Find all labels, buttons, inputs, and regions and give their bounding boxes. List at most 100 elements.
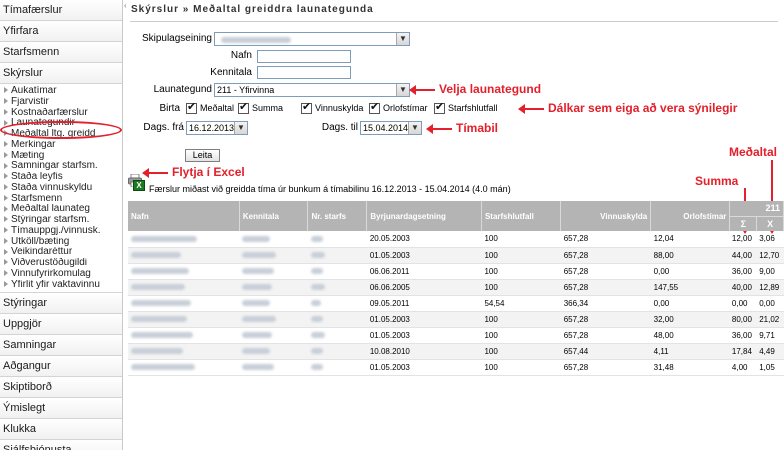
checkbox-label: Orlofstímar — [383, 103, 428, 113]
dags-til-select[interactable]: 15.04.2014 ▼ — [360, 121, 422, 135]
kennitala-input[interactable] — [257, 66, 351, 79]
sidebar-subitem[interactable]: Kostnaðarfærslur — [0, 108, 122, 119]
sidebar-item[interactable]: Stýringar — [0, 293, 122, 315]
sidebar-subitem[interactable]: Yfirlit yfir vaktavinnu — [0, 280, 122, 291]
col-byrjunardagsetning[interactable]: Byrjunardagsetning — [366, 201, 482, 231]
table-row[interactable]: 01.05.2003 100 657,28 32,00 80,00 21,02 — [128, 311, 784, 328]
sidebar-subitem[interactable]: Mæting — [0, 151, 122, 162]
nafn-input[interactable] — [257, 50, 351, 63]
cell-starfshlutfall: 100 — [481, 231, 561, 248]
cell-vinnuskylda: 657,28 — [560, 359, 651, 376]
sidebar-subitem[interactable]: Vinnufyrirkomulag — [0, 269, 122, 280]
sidebar-subitem[interactable]: Veikindaréttur — [0, 247, 122, 258]
col-nr-starfs[interactable]: Nr. starfs — [307, 201, 368, 231]
table-row[interactable]: 20.05.2003 100 657,28 12,04 12,00 3,06 — [128, 231, 784, 248]
col-vinnuskylda[interactable]: Vinnuskylda — [560, 201, 652, 231]
cell-kennitala — [239, 263, 308, 280]
col-kennitala[interactable]: Kennitala — [239, 201, 309, 231]
cell-starfshlutfall: 100 — [481, 279, 561, 296]
col-nafn[interactable]: Nafn — [128, 201, 240, 231]
cell-nr-starfs — [307, 295, 367, 312]
cell-kennitala — [239, 343, 308, 360]
sidebar-subitem[interactable]: Merkingar — [0, 140, 122, 151]
nafn-label: Nafn — [230, 50, 252, 61]
collapse-sidebar-icon[interactable]: ‹ — [124, 1, 127, 10]
triangle-right-icon — [4, 194, 8, 201]
cell-medaltal: 1,05 — [759, 362, 775, 372]
table-row[interactable]: 06.06.2005 100 657,28 147,55 40,00 12,89 — [128, 279, 784, 296]
excel-icon[interactable]: X — [133, 180, 145, 191]
annotation-medaltal: Meðaltal — [729, 145, 778, 159]
sidebar-subitem[interactable]: Fjarvistir — [0, 97, 122, 108]
sidebar-subitem[interactable]: Útköll/bæting — [0, 237, 122, 248]
sidebar-item[interactable]: Samningar — [0, 335, 122, 357]
table-row[interactable]: 01.05.2003 100 657,28 31,48 4,00 1,05 — [128, 359, 784, 376]
dags-fra-select[interactable]: 16.12.2013 ▼ — [186, 121, 248, 135]
checkbox-vinnuskylda[interactable]: Vinnuskylda — [301, 101, 363, 115]
sidebar-subitem[interactable]: Meðaltal launateg — [0, 204, 122, 215]
col-launategund-211: 211 Σ X — [729, 201, 784, 231]
sidebar-subitem[interactable]: Aukatímar — [0, 86, 122, 97]
sidebar-subitem[interactable]: Launategundir — [0, 118, 122, 129]
annotation-text: Velja launategund — [439, 82, 542, 96]
triangle-right-icon — [4, 130, 8, 137]
sidebar-item[interactable]: Skiptiborð — [0, 377, 122, 399]
sidebar-subitem[interactable]: Tímauppgj./vinnusk. — [0, 226, 122, 237]
annotation-text: Flytja í Excel — [172, 165, 245, 179]
sidebar-submenu-skyrslur: Aukatímar Fjarvistir Kostnaðarfærslur Launa… — [0, 84, 122, 294]
sidebar-subitem[interactable]: Staða leyfis — [0, 172, 122, 183]
sidebar-item[interactable]: Klukka — [0, 419, 122, 441]
launategund-label: Launategund — [153, 84, 212, 95]
table-row[interactable]: 01.05.2003 100 657,28 88,00 44,00 12,70 — [128, 247, 784, 264]
chevron-down-icon: ▼ — [408, 122, 421, 134]
cell-kennitala — [239, 327, 308, 344]
sidebar-subitem[interactable]: Starfsmenn — [0, 194, 122, 205]
sidebar-item[interactable]: Yfirfara — [0, 21, 122, 42]
dags-fra-value: 16.12.2013 — [189, 123, 235, 133]
col-starfshlutfall[interactable]: Starfshlutfall — [481, 201, 562, 231]
cell-nafn — [128, 247, 240, 264]
annotation-text: Tímabil — [456, 121, 499, 135]
arrow-left-icon — [518, 103, 544, 114]
chevron-down-icon: ▼ — [396, 33, 409, 45]
launategund-select[interactable]: 211 - Yfirvinna ▼ — [214, 83, 410, 97]
sidebar-item[interactable]: Aðgangur — [0, 356, 122, 378]
sidebar-subitem[interactable]: Viðverustöðugildi — [0, 258, 122, 269]
checkbox-orlofstimar[interactable]: Orlofstímar — [369, 101, 428, 115]
cell-starfshlutfall: 100 — [481, 359, 561, 376]
sidebar-item[interactable]: Uppgjör — [0, 314, 122, 336]
sidebar-subitem-label: Stýringar starfsm. — [11, 215, 90, 225]
cell-byrjunardagsetning: 20.05.2003 — [366, 231, 482, 248]
table-row[interactable]: 10.08.2010 100 657,44 4,11 17,84 4,49 — [128, 343, 784, 360]
sidebar-item[interactable]: Skýrslur — [0, 63, 122, 84]
col-orlofstimar[interactable]: Orlofstímar — [650, 201, 731, 231]
sidebar-item[interactable]: Tímafærslur — [0, 0, 122, 21]
cell-medaltal: 3,06 — [759, 234, 775, 244]
sidebar-subitem[interactable]: Stýringar starfsm. — [0, 215, 122, 226]
sidebar-item[interactable]: Starfsmenn — [0, 42, 122, 63]
cell-nafn — [128, 327, 240, 344]
checkbox-summa[interactable]: Summa — [238, 101, 283, 115]
results-table: Nafn Kennitala Nr. starfs Byrjunardagset… — [128, 201, 784, 376]
checkbox-medaltal[interactable]: Meðaltal — [186, 101, 234, 115]
cell-orlofstimar: 48,00 — [650, 327, 730, 344]
sidebar-item[interactable]: Ýmislegt — [0, 398, 122, 420]
cell-starfshlutfall: 100 — [481, 327, 561, 344]
cell-summa: 36,00 — [731, 330, 752, 340]
checkbox-starfshlutfall[interactable]: Starfshlutfall — [434, 101, 498, 115]
table-row[interactable]: 06.06.2011 100 657,28 0,00 36,00 9,00 — [128, 263, 784, 280]
birta-checkboxes: Meðaltal Summa Vinnuskylda Orlofstímar S… — [186, 101, 526, 117]
sidebar-subitem-label: Fjarvistir — [11, 96, 49, 107]
sidebar-subitem[interactable]: Meðaltal ltg. greidd — [0, 129, 122, 140]
cell-orlofstimar: 0,00 — [650, 295, 730, 312]
triangle-right-icon — [4, 87, 8, 94]
sidebar-subitem[interactable]: Staða vinnuskyldu — [0, 183, 122, 194]
skipulagseining-select[interactable]: ▼ — [214, 32, 410, 46]
table-row[interactable]: 09.05.2011 54,54 366,34 0,00 0,00 0,00 — [128, 295, 784, 312]
search-button[interactable]: Leita — [185, 149, 220, 162]
sidebar-subitem[interactable]: Samningar starfsm. — [0, 161, 122, 172]
table-row[interactable]: 01.05.2003 100 657,28 48,00 36,00 9,71 — [128, 327, 784, 344]
sidebar-item[interactable]: Sjálfsþjónusta — [0, 440, 122, 450]
cell-nafn — [128, 279, 240, 296]
cell-byrjunardagsetning: 06.06.2011 — [366, 263, 482, 280]
